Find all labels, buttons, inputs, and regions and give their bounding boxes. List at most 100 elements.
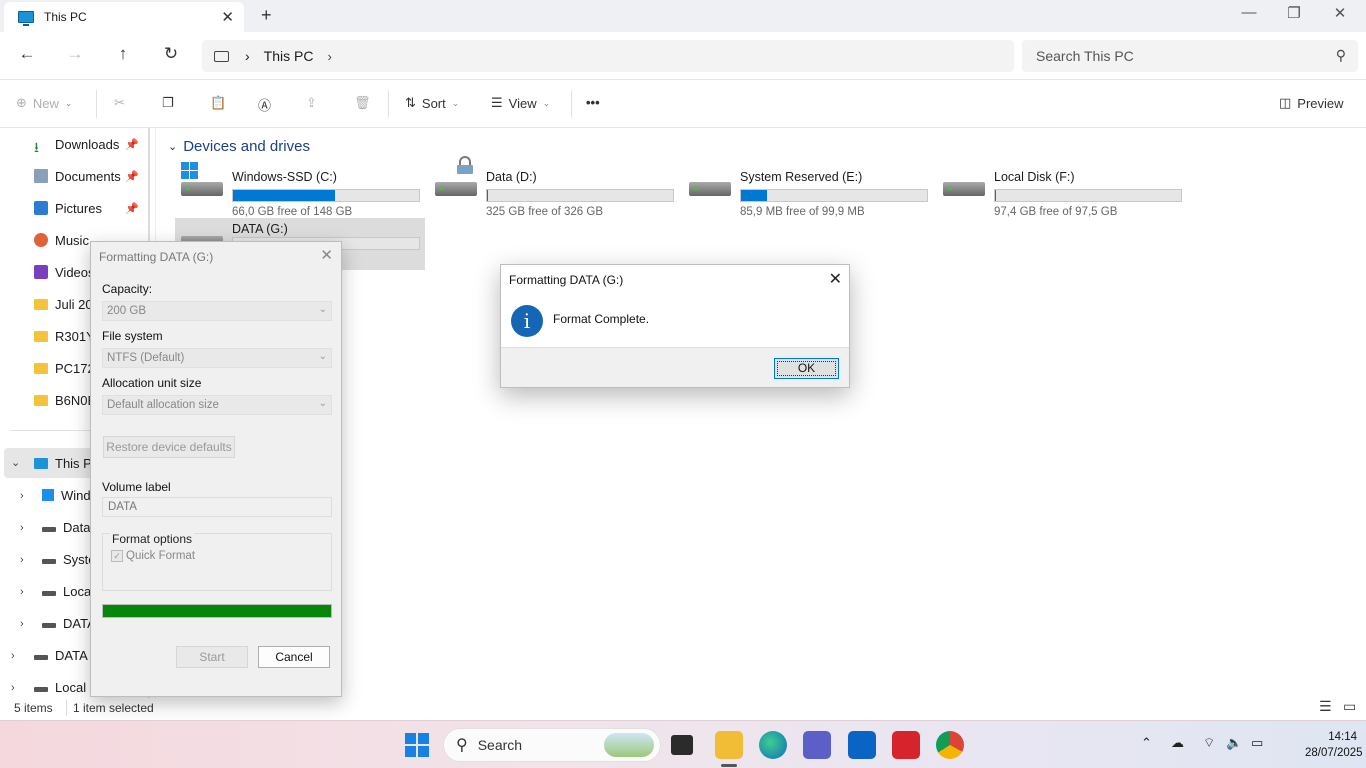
cancel-button[interactable]: Cancel — [258, 646, 330, 668]
delete-icon[interactable]: 🗑 — [354, 95, 371, 111]
sort-button[interactable]: ⇅ Sort ⌄ — [405, 95, 459, 111]
file-system-select[interactable]: NTFS (Default) ⌄ — [102, 348, 332, 368]
wifi-icon[interactable]: ⌔ — [1203, 735, 1215, 751]
close-icon[interactable]: ✕ — [829, 269, 842, 289]
task-view-icon[interactable] — [671, 735, 693, 755]
tab-close-icon[interactable]: ✕ — [221, 8, 234, 26]
start-button-windows-icon[interactable] — [405, 733, 429, 757]
back-arrow-icon[interactable]: ← — [14, 44, 40, 64]
start-button[interactable]: Start — [176, 646, 248, 668]
divider — [571, 90, 572, 118]
allocation-select[interactable]: Default allocation size ⌄ — [102, 395, 332, 415]
chevron-right-icon[interactable]: › — [11, 682, 15, 694]
share-icon[interactable]: ⇪ — [306, 95, 317, 111]
taskbar-search-label: Search — [477, 737, 523, 753]
drive-item[interactable]: System Reserved (E:) 85,9 MB free of 99,… — [683, 164, 933, 218]
message-footer: OK — [501, 347, 849, 387]
clock[interactable]: 14:14 28/07/2025 — [1305, 729, 1363, 761]
pin-icon[interactable]: 📌 — [125, 202, 139, 215]
volume-label-input[interactable]: DATA — [102, 497, 332, 517]
ok-button[interactable]: OK — [774, 358, 839, 379]
copy-icon[interactable]: ❐ — [162, 95, 174, 111]
preview-button[interactable]: ◫ Preview — [1279, 95, 1344, 111]
tab-this-pc[interactable]: This PC ✕ — [4, 2, 244, 32]
volume-icon[interactable]: 🔈 — [1226, 735, 1242, 751]
rename-icon[interactable]: Ⓐ — [258, 95, 271, 114]
nav-item-folder[interactable]: B6N0B — [34, 386, 96, 414]
chevron-right-icon[interactable]: › — [327, 49, 331, 64]
chevron-up-icon[interactable]: ⌃ — [1141, 735, 1152, 751]
nav-item-drive[interactable]: Data — [42, 513, 90, 541]
nav-item-pictures[interactable]: Pictures — [34, 194, 102, 222]
wps-office-icon[interactable] — [892, 731, 920, 759]
nav-label: Documents — [55, 168, 121, 184]
taskbar-search[interactable]: ⚲ Search — [443, 728, 661, 762]
nav-item-drive[interactable]: Local — [42, 577, 94, 605]
address-bar[interactable]: › This PC › — [202, 40, 1014, 72]
info-icon: i — [511, 305, 543, 337]
download-icon: ⭳ — [34, 139, 39, 155]
up-arrow-icon[interactable]: ↑ — [110, 44, 136, 64]
section-header[interactable]: ⌄ Devices and drives — [168, 138, 310, 155]
drive-icon — [943, 182, 985, 196]
search-highlight-image — [604, 733, 654, 757]
chevron-right-icon[interactable]: › — [20, 490, 24, 502]
battery-icon[interactable]: ▭ — [1251, 735, 1263, 751]
close-button[interactable]: ✕ — [1317, 4, 1363, 22]
nav-item-drive[interactable]: Syste — [42, 545, 96, 573]
more-options-icon[interactable]: ••• — [586, 95, 600, 110]
paste-icon[interactable]: 📋 — [210, 95, 226, 111]
search-icon: ⚲ — [1335, 47, 1346, 63]
nav-item-drive[interactable]: DATA ( — [34, 641, 95, 669]
nav-item-videos[interactable]: Videos — [34, 258, 95, 286]
chevron-right-icon[interactable]: › — [20, 586, 24, 598]
nav-item-downloads[interactable]: ⭳ Downloads — [34, 130, 119, 158]
view-button[interactable]: ☰ View ⌄ — [491, 95, 550, 111]
onedrive-icon[interactable]: ☁ — [1171, 735, 1184, 751]
nav-label: Pictures — [55, 200, 102, 216]
drive-name: Data (D:) — [486, 170, 537, 184]
drive-item[interactable]: Local Disk (F:) 97,4 GB free of 97,5 GB — [937, 164, 1187, 218]
chevron-right-icon[interactable]: › — [11, 650, 15, 662]
teams-icon[interactable] — [803, 731, 831, 759]
edge-icon[interactable] — [759, 731, 787, 759]
file-explorer-icon[interactable] — [715, 731, 743, 767]
nav-item-music[interactable]: Music — [34, 226, 89, 254]
outlook-icon[interactable] — [848, 731, 876, 759]
drive-item[interactable]: Data (D:) 325 GB free of 326 GB — [429, 156, 679, 218]
chevron-down-icon: ⌄ — [318, 304, 327, 315]
minimize-button[interactable]: — — [1226, 4, 1272, 21]
folder-icon — [34, 330, 48, 342]
quick-format-checkbox[interactable]: ✓ Quick Format — [111, 550, 195, 562]
pin-icon[interactable]: 📌 — [125, 170, 139, 183]
drive-usage-bar — [740, 189, 928, 202]
monitor-icon — [214, 50, 229, 62]
nav-label: Music — [55, 232, 89, 248]
nav-item-drive[interactable]: Wind — [42, 481, 91, 509]
new-tab-button[interactable]: + — [261, 5, 272, 26]
search-input[interactable]: Search This PC ⚲ — [1022, 40, 1358, 72]
restore-defaults-button[interactable]: Restore device defaults — [103, 436, 235, 458]
forward-arrow-icon[interactable]: → — [62, 44, 88, 64]
file-system-label: File system — [102, 329, 163, 343]
cut-icon[interactable]: ✂ — [114, 95, 125, 111]
chrome-icon[interactable] — [936, 731, 964, 759]
close-icon[interactable]: ✕ — [320, 246, 333, 264]
chevron-right-icon[interactable]: › — [20, 522, 24, 534]
drive-free-space: 85,9 MB free of 99,9 MB — [740, 206, 865, 218]
tiles-view-icon[interactable]: ▭ — [1343, 698, 1356, 715]
breadcrumb-this-pc[interactable]: This PC — [264, 48, 314, 64]
maximize-button[interactable]: ❐ — [1271, 4, 1317, 22]
capacity-select[interactable]: 200 GB ⌄ — [102, 301, 332, 321]
refresh-icon[interactable]: ↻ — [158, 44, 184, 64]
nav-item-documents[interactable]: Documents — [34, 162, 121, 190]
nav-item-drive[interactable]: DATA — [42, 609, 96, 637]
new-label: New — [32, 95, 59, 111]
new-button[interactable]: ⊕ New ⌄ — [16, 95, 72, 111]
chevron-down-icon[interactable]: ⌄ — [11, 456, 20, 469]
chevron-right-icon[interactable]: › — [20, 554, 24, 566]
chevron-right-icon[interactable]: › — [20, 618, 24, 630]
pin-icon[interactable]: 📌 — [125, 138, 139, 151]
drive-item[interactable]: Windows-SSD (C:) 66,0 GB free of 148 GB — [175, 162, 425, 218]
details-view-icon[interactable]: ☰ — [1319, 698, 1332, 715]
